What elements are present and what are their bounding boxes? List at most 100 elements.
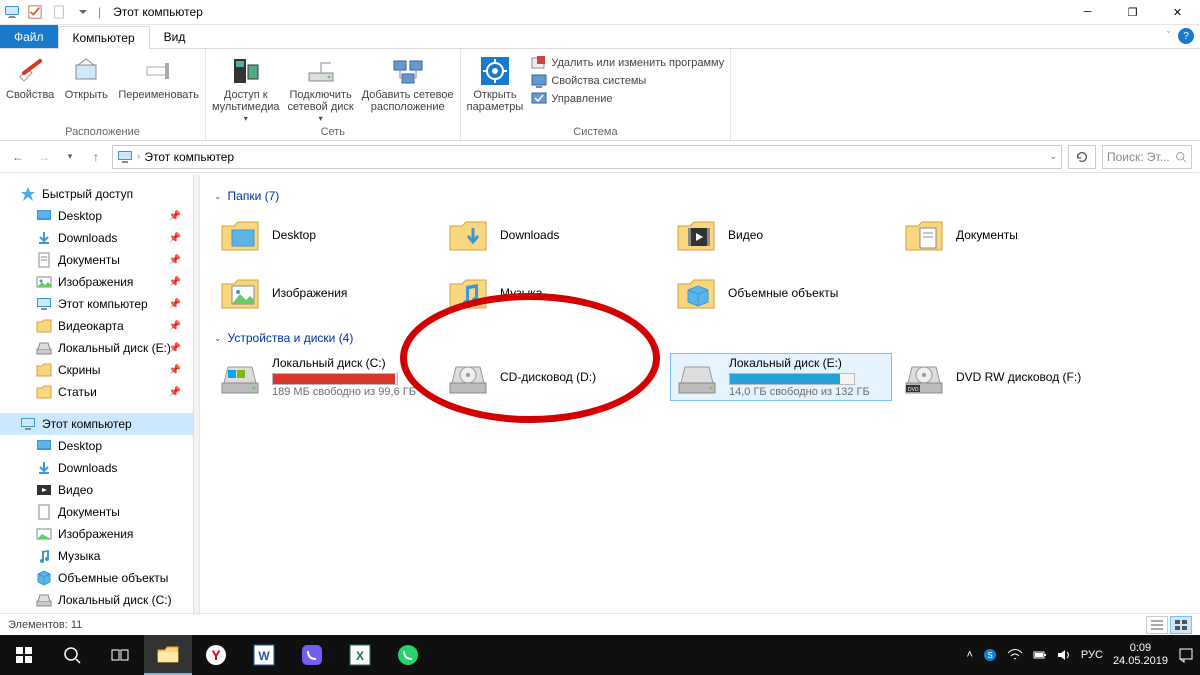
taskbar: Y W X ˄ S РУС 0:0924.05.2019	[0, 635, 1200, 675]
taskbar-word[interactable]: W	[240, 635, 288, 675]
folder-images[interactable]: Изображения	[214, 269, 436, 317]
back-button[interactable]: ←	[8, 147, 28, 167]
chevron-down-icon: ⌄	[214, 333, 222, 344]
wifi-icon[interactable]	[1007, 648, 1023, 662]
properties-button[interactable]: Свойства	[6, 55, 54, 101]
nav-downloads[interactable]: Downloads📌	[0, 227, 199, 249]
nav-pane: Быстрый доступ Desktop📌 Downloads📌 Докум…	[0, 175, 200, 615]
collapse-ribbon-icon[interactable]: ˇ	[1167, 30, 1170, 40]
item-count: Элементов: 11	[8, 619, 82, 631]
qat-dropdown-icon[interactable]	[72, 1, 94, 23]
details-view-button[interactable]	[1146, 616, 1168, 634]
system-properties-button[interactable]: Свойства системы	[531, 73, 724, 89]
close-button[interactable]: ✕	[1155, 0, 1200, 25]
taskbar-explorer[interactable]	[144, 635, 192, 675]
breadcrumb[interactable]: Этот компьютер	[144, 150, 234, 164]
drive-d[interactable]: CD-дисковод (D:)	[442, 353, 664, 401]
help-button[interactable]: ?	[1178, 28, 1194, 44]
taskbar-viber[interactable]	[288, 635, 336, 675]
task-view-button[interactable]	[96, 635, 144, 675]
nav-sub-3d[interactable]: Объемные объекты	[0, 567, 199, 589]
statusbar: Элементов: 11	[0, 613, 1200, 635]
folder-downloads[interactable]: Downloads	[442, 211, 664, 259]
minimize-button[interactable]: ─	[1065, 0, 1110, 25]
qat-file-icon[interactable]	[48, 1, 70, 23]
open-settings-button[interactable]: Открыть параметры	[467, 55, 524, 113]
group-system-label: Система	[467, 124, 725, 140]
window-title: Этот компьютер	[113, 5, 203, 19]
qat-checkbox-icon[interactable]	[24, 1, 46, 23]
folder-video[interactable]: Видео	[670, 211, 892, 259]
pin-icon: 📌	[169, 255, 181, 266]
address-bar[interactable]: › Этот компьютер ⌄	[112, 145, 1062, 169]
taskbar-excel[interactable]: X	[336, 635, 384, 675]
navbar: ← → ▾ ↑ › Этот компьютер ⌄ Поиск: Эт...	[0, 141, 1200, 173]
drive-f[interactable]: DVD DVD RW дисковод (F:)	[898, 353, 1120, 401]
nav-sub-docs[interactable]: Документы	[0, 501, 199, 523]
tiles-view-button[interactable]	[1170, 616, 1192, 634]
nav-quick-access[interactable]: Быстрый доступ	[0, 183, 199, 205]
nav-sub-c[interactable]: Локальный диск (C:)	[0, 589, 199, 611]
search-button[interactable]	[48, 635, 96, 675]
titlebar: | Этот компьютер ─ ❐ ✕	[0, 0, 1200, 25]
folder-music[interactable]: Музыка	[442, 269, 664, 317]
start-button[interactable]	[0, 635, 48, 675]
tab-view[interactable]: Вид	[150, 25, 200, 48]
nav-sub-img[interactable]: Изображения	[0, 523, 199, 545]
group-location-label: Расположение	[6, 124, 199, 140]
media-access-button[interactable]: Доступ к мультимедиа▾	[212, 55, 280, 124]
content-area: ⌄Папки (7) Desktop Downloads Видео Докум…	[200, 175, 1200, 615]
tray-app-icon[interactable]: S	[983, 648, 997, 662]
section-folders[interactable]: ⌄Папки (7)	[214, 189, 1186, 203]
nav-screens[interactable]: Скрины📌	[0, 359, 199, 381]
svg-text:Y: Y	[211, 647, 221, 663]
svg-text:DVD: DVD	[908, 387, 919, 393]
nav-videocard[interactable]: Видеокарта📌	[0, 315, 199, 337]
maximize-button[interactable]: ❐	[1110, 0, 1155, 25]
nav-sub-music[interactable]: Музыка	[0, 545, 199, 567]
nav-sub-video[interactable]: Видео	[0, 479, 199, 501]
tray-clock[interactable]: 0:0924.05.2019	[1113, 642, 1168, 668]
folder-documents[interactable]: Документы	[898, 211, 1120, 259]
manage-button[interactable]: Управление	[531, 91, 724, 107]
nav-thispc-quick[interactable]: Этот компьютер📌	[0, 293, 199, 315]
folder-3d[interactable]: Объемные объекты	[670, 269, 892, 317]
drive-e[interactable]: Локальный диск (E:)14,0 ГБ свободно из 1…	[670, 353, 892, 401]
pin-icon: 📌	[169, 365, 181, 376]
taskbar-yandex[interactable]: Y	[192, 635, 240, 675]
folder-desktop[interactable]: Desktop	[214, 211, 436, 259]
nav-sub-downloads[interactable]: Downloads	[0, 457, 199, 479]
nav-articles[interactable]: Статьи📌	[0, 381, 199, 403]
pin-icon: 📌	[169, 321, 181, 332]
map-drive-button[interactable]: Подключить сетевой диск▾	[288, 55, 354, 124]
open-button[interactable]: Открыть	[62, 55, 110, 101]
drive-c[interactable]: Локальный диск (C:)189 МБ свободно из 99…	[214, 353, 436, 401]
section-devices[interactable]: ⌄Устройства и диски (4)	[214, 331, 1186, 345]
taskbar-whatsapp[interactable]	[384, 635, 432, 675]
uninstall-button[interactable]: Удалить или изменить программу	[531, 55, 724, 71]
nav-images[interactable]: Изображения📌	[0, 271, 199, 293]
tab-computer[interactable]: Компьютер	[58, 26, 150, 49]
rename-button[interactable]: Переименовать	[118, 55, 199, 101]
nav-documents[interactable]: Документы📌	[0, 249, 199, 271]
battery-icon[interactable]	[1033, 648, 1047, 662]
volume-icon[interactable]	[1057, 648, 1071, 662]
svg-text:W: W	[258, 649, 270, 663]
tray-expand-icon[interactable]: ˄	[966, 649, 972, 661]
recent-dropdown[interactable]: ▾	[60, 147, 80, 167]
usage-bar	[729, 373, 855, 385]
notifications-icon[interactable]	[1178, 647, 1194, 663]
nav-desktop[interactable]: Desktop📌	[0, 205, 199, 227]
chevron-down-icon: ⌄	[214, 191, 222, 202]
add-network-location-button[interactable]: Добавить сетевое расположение	[362, 55, 454, 113]
pin-icon: 📌	[169, 277, 181, 288]
tray-lang[interactable]: РУС	[1081, 649, 1103, 661]
nav-thispc[interactable]: Этот компьютер	[0, 413, 199, 435]
up-button[interactable]: ↑	[86, 147, 106, 167]
forward-button[interactable]: →	[34, 147, 54, 167]
nav-sub-desktop[interactable]: Desktop	[0, 435, 199, 457]
refresh-button[interactable]	[1068, 145, 1096, 169]
tab-file[interactable]: Файл	[0, 25, 58, 48]
search-input[interactable]: Поиск: Эт...	[1102, 145, 1192, 169]
nav-diske-quick[interactable]: Локальный диск (E:)📌	[0, 337, 199, 359]
